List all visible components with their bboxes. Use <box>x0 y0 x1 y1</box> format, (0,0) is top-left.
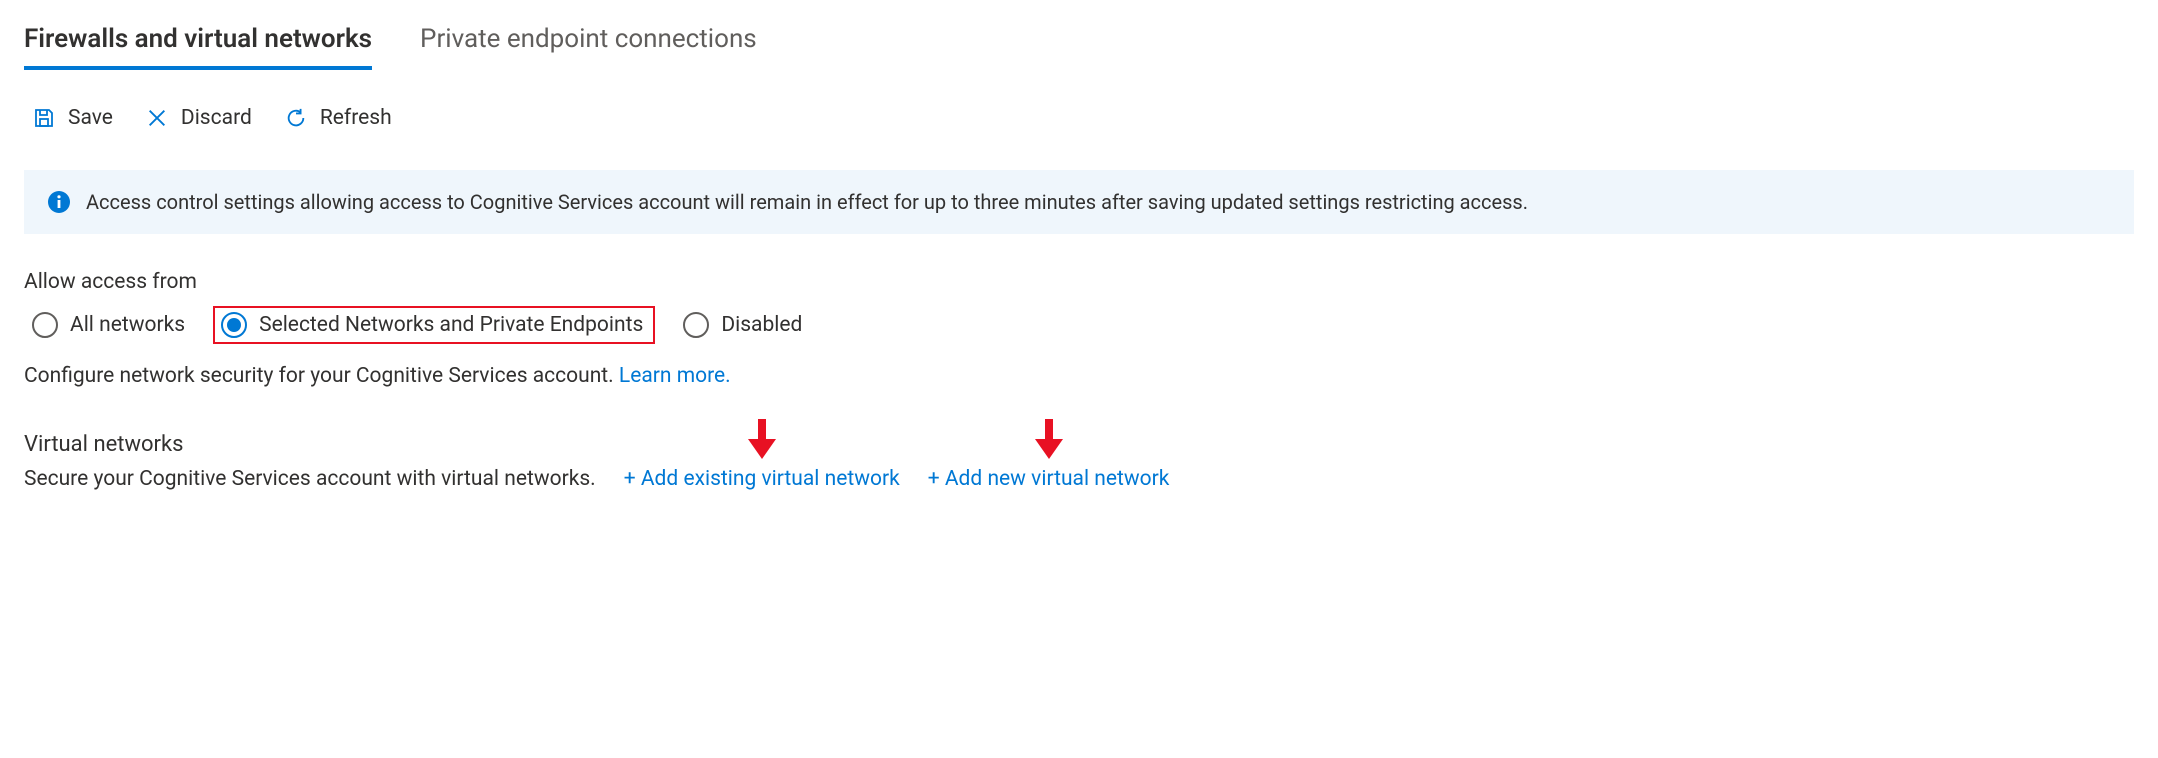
refresh-button[interactable]: Refresh <box>284 106 392 130</box>
arrow-down-icon <box>1035 419 1063 459</box>
radio-all-networks[interactable]: All networks <box>24 306 193 344</box>
add-existing-vnet-link[interactable]: + Add existing virtual network <box>624 467 900 491</box>
add-new-vnet-link[interactable]: + Add new virtual network <box>928 467 1170 491</box>
save-button[interactable]: Save <box>32 106 113 130</box>
refresh-label: Refresh <box>320 106 392 130</box>
add-new-vnet-label: + Add new virtual network <box>928 467 1170 491</box>
radio-disabled-label: Disabled <box>721 313 802 337</box>
radio-selected-networks-label: Selected Networks and Private Endpoints <box>259 313 643 337</box>
access-radio-group: All networks Selected Networks and Priva… <box>24 306 2134 344</box>
discard-label: Discard <box>181 106 252 130</box>
tab-firewalls[interactable]: Firewalls and virtual networks <box>24 24 372 70</box>
save-icon <box>32 106 56 130</box>
radio-disabled[interactable]: Disabled <box>675 306 810 344</box>
refresh-icon <box>284 106 308 130</box>
access-description-text: Configure network security for your Cogn… <box>24 364 619 388</box>
radio-circle-unchecked <box>32 312 58 338</box>
toolbar: Save Discard Refresh <box>24 106 2134 130</box>
radio-selected-networks[interactable]: Selected Networks and Private Endpoints <box>213 306 655 344</box>
tab-bar: Firewalls and virtual networks Private e… <box>24 24 2134 70</box>
vnet-line: Secure your Cognitive Services account w… <box>24 467 2134 491</box>
info-icon <box>48 191 70 213</box>
info-banner-text: Access control settings allowing access … <box>86 190 1528 214</box>
arrow-down-icon <box>748 419 776 459</box>
radio-all-networks-label: All networks <box>70 313 185 337</box>
vnet-description: Secure your Cognitive Services account w… <box>24 467 596 491</box>
radio-circle-checked <box>221 312 247 338</box>
virtual-networks-heading: Virtual networks <box>24 432 2134 457</box>
allow-access-label: Allow access from <box>24 270 2134 294</box>
info-banner: Access control settings allowing access … <box>24 170 2134 234</box>
radio-circle-unchecked <box>683 312 709 338</box>
save-label: Save <box>68 106 113 130</box>
discard-button[interactable]: Discard <box>145 106 252 130</box>
tab-private-endpoints[interactable]: Private endpoint connections <box>420 24 757 70</box>
close-icon <box>145 106 169 130</box>
learn-more-link[interactable]: Learn more. <box>619 364 731 388</box>
add-existing-vnet-label: + Add existing virtual network <box>624 467 900 491</box>
access-description: Configure network security for your Cogn… <box>24 364 2134 388</box>
